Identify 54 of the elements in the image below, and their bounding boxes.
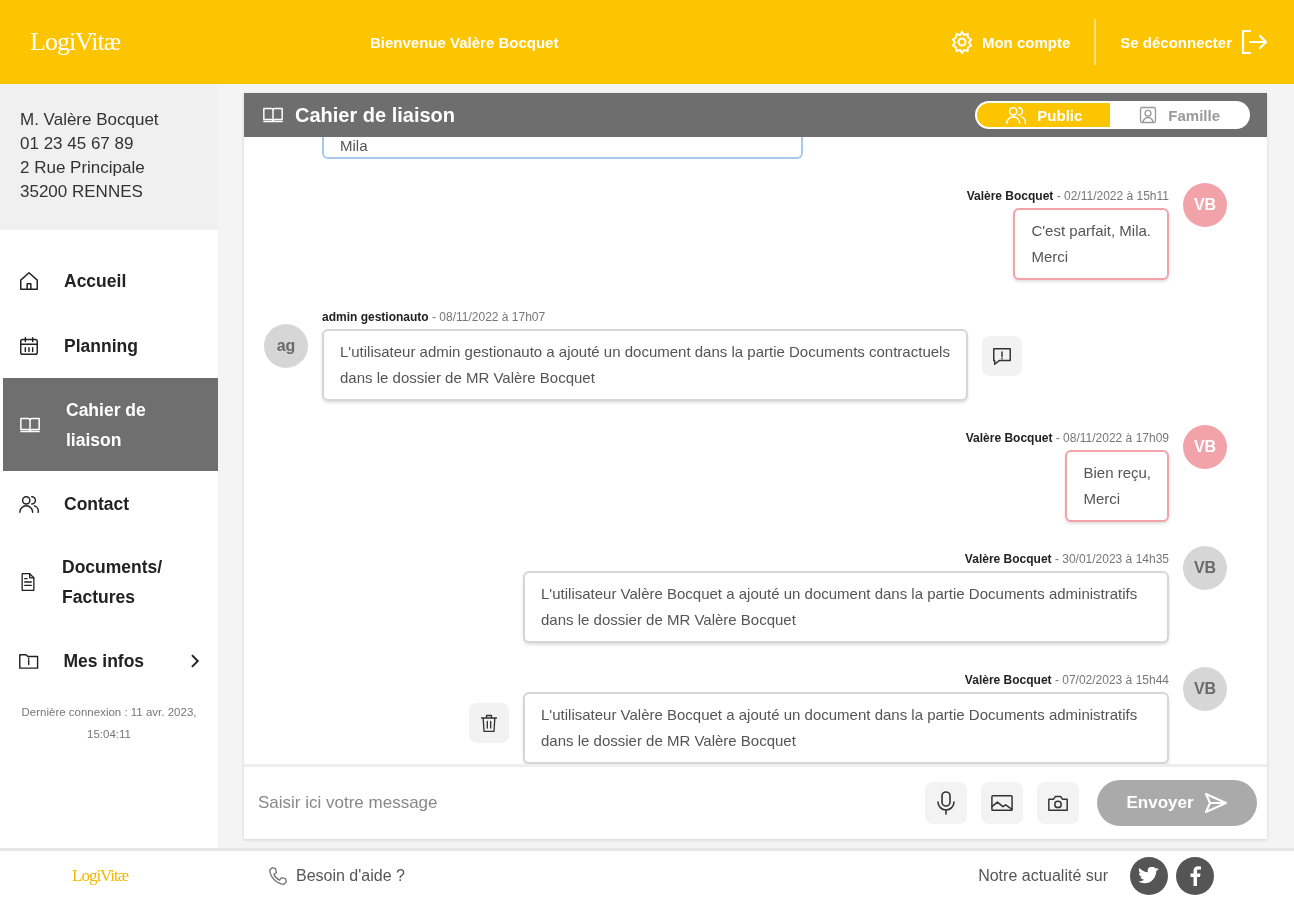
nav-item[interactable]: Documents/ Factures: [0, 536, 218, 628]
avatar: VB: [1183, 425, 1227, 469]
message-meta: Valère Bocquet - 02/11/2022 à 15h11: [966, 189, 1169, 204]
nav-item[interactable]: Mes infos: [0, 628, 218, 693]
settings-icon: [949, 30, 974, 54]
message-bubble: Mila: [322, 137, 803, 159]
trash-icon: [479, 712, 499, 734]
social-text: Notre actualité sur: [978, 866, 1108, 885]
facebook-button[interactable]: [1176, 856, 1214, 895]
nav-item[interactable]: Planning: [0, 313, 218, 378]
bird-icon: [1138, 866, 1160, 885]
tab[interactable]: Famille: [1110, 103, 1248, 127]
message-bubble: L'utilisateur Valère Bocquet a ajouté un document dans la partie Documents administratifs dans le dossier de MR Valère Bocquet: [523, 571, 1169, 643]
facebook-icon: [1189, 865, 1201, 886]
message-meta: admin gestionauto - 08/11/2022 à 17h07: [322, 310, 547, 325]
message-bubble: L'utilisateur Valère Bocquet a ajouté un document dans la partie Documents administratifs dans le dossier de MR Valère Bocquet: [523, 692, 1169, 764]
camera-button[interactable]: [1037, 782, 1079, 824]
nav-item[interactable]: Accueil: [0, 248, 218, 313]
report-button[interactable]: [982, 336, 1022, 376]
message-bubble: C'est parfait, Mila. Merci: [1013, 208, 1169, 280]
message-bubble: L'utilisateur admin gestionauto a ajouté un document dans la partie Documents contractuels dans le dossier de MR Valère Bocquet: [322, 329, 968, 401]
avatar: VB: [1183, 546, 1227, 590]
address-line: 01 23 45 67 89: [20, 133, 135, 155]
microphone-icon: [937, 791, 955, 815]
calendar-icon: [18, 334, 40, 357]
microphone-button[interactable]: [925, 782, 967, 824]
send-icon: [1203, 792, 1228, 814]
delete-button[interactable]: [469, 703, 509, 743]
message-bubble: Bien reçu, Merci: [1065, 450, 1169, 522]
nav-item[interactable]: Contact: [0, 471, 218, 536]
logout-icon: [1240, 29, 1268, 55]
welcome-text: Bienvenue Valère Bocquet: [370, 33, 560, 51]
avatar: VB: [1183, 183, 1227, 227]
address-line: 2 Rue Principale: [20, 157, 146, 179]
avatar: VB: [1183, 667, 1227, 711]
last-login-text: Dernière connexion : 11 avr. 2023, 15:04:11: [20, 705, 198, 742]
panel-title: Cahier de liaison: [295, 103, 457, 127]
person-icon: [1138, 105, 1159, 125]
people-icon: [1005, 104, 1028, 126]
camera-icon: [1047, 793, 1069, 813]
image-icon: [991, 793, 1013, 813]
twitter-button[interactable]: [1130, 856, 1168, 895]
avatar: ag: [264, 324, 308, 368]
address-line: 35200 RENNES: [20, 181, 144, 203]
help-link[interactable]: Besoin d'aide ?: [296, 866, 405, 885]
phone-icon: [268, 865, 288, 886]
home-icon: [18, 269, 40, 292]
message-meta: Valère Bocquet - 30/01/2023 à 14h35: [964, 552, 1169, 567]
nav-item[interactable]: Cahier de liaison: [3, 378, 218, 471]
report-icon: [991, 345, 1013, 367]
message-meta: Valère Bocquet - 07/02/2023 à 15h44: [964, 673, 1169, 688]
address-line: M. Valère Bocquet: [20, 109, 160, 131]
message-meta: Valère Bocquet - 08/11/2022 à 17h09: [965, 431, 1169, 446]
image-button[interactable]: [981, 782, 1023, 824]
